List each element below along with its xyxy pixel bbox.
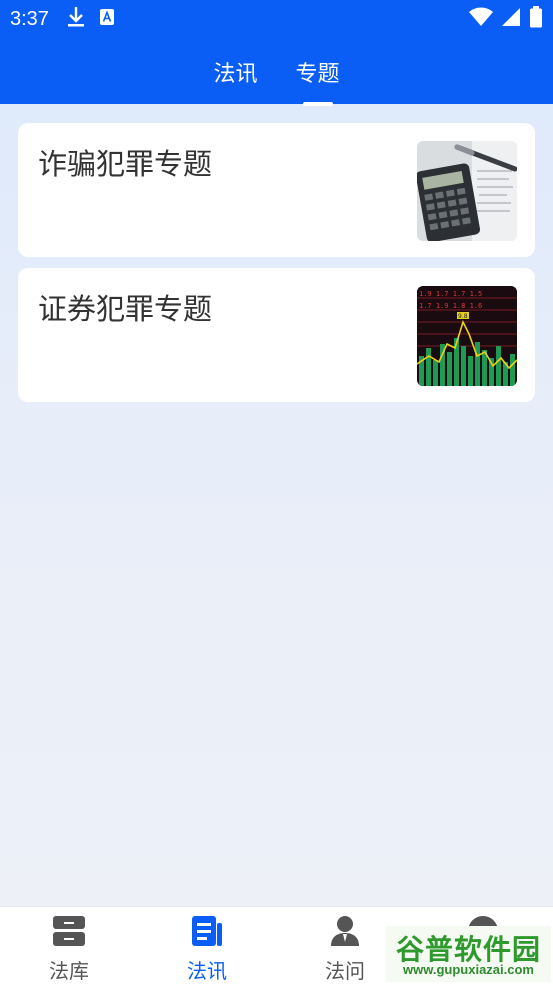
- news-icon: [191, 915, 223, 951]
- nav-label-news: 法讯: [187, 959, 227, 983]
- nav-item-news[interactable]: 法讯: [138, 907, 276, 984]
- person-icon: [330, 915, 360, 951]
- topic-title: 证券犯罪专题: [38, 292, 213, 326]
- nav-label-library: 法库: [49, 959, 89, 983]
- nav-item-library[interactable]: 法库: [0, 907, 138, 984]
- battery-icon: [529, 6, 543, 32]
- topic-card-fraud[interactable]: 诈骗犯罪专题: [18, 123, 535, 257]
- calculator-documents-image: [417, 141, 517, 241]
- topic-card-securities[interactable]: 证券犯罪专题 1.9 1.7 1.7 1.5 1.7 1.9 1.8 1.6 9…: [18, 268, 535, 402]
- download-icon: [67, 6, 85, 32]
- wifi-icon: [469, 7, 493, 31]
- tab-news-label: 法讯: [213, 62, 258, 87]
- active-tab-indicator: [302, 102, 333, 106]
- watermark-logo: 谷普软件园 www.gupuxiazai.com: [386, 926, 551, 982]
- stock-badge-text: 9.8: [458, 313, 468, 320]
- svg-text:1.9 1.7 1.7 1.5: 1.9 1.7 1.7 1.5: [419, 290, 482, 298]
- app-header: 3:37 法讯 专题: [0, 0, 553, 106]
- stock-chart-image: 1.9 1.7 1.7 1.5 1.7 1.9 1.8 1.6 9.8: [417, 286, 517, 386]
- signal-icon: [501, 7, 521, 31]
- svg-text:1.7 1.9 1.8 1.6: 1.7 1.9 1.8 1.6: [419, 302, 482, 310]
- nav-label-ask: 法问: [325, 959, 365, 983]
- topic-title: 诈骗犯罪专题: [38, 147, 213, 181]
- database-icon: [52, 915, 86, 951]
- tab-news[interactable]: 法讯: [211, 52, 259, 92]
- tab-topics[interactable]: 专题: [294, 52, 342, 106]
- status-bar: 3:37: [0, 0, 553, 38]
- autofill-icon: [99, 8, 115, 30]
- watermark-url: www.gupuxiazai.com: [403, 962, 534, 977]
- status-time: 3:37: [10, 7, 49, 30]
- tab-topics-label: 专题: [295, 62, 340, 87]
- top-tabs: 法讯 专题: [0, 52, 553, 106]
